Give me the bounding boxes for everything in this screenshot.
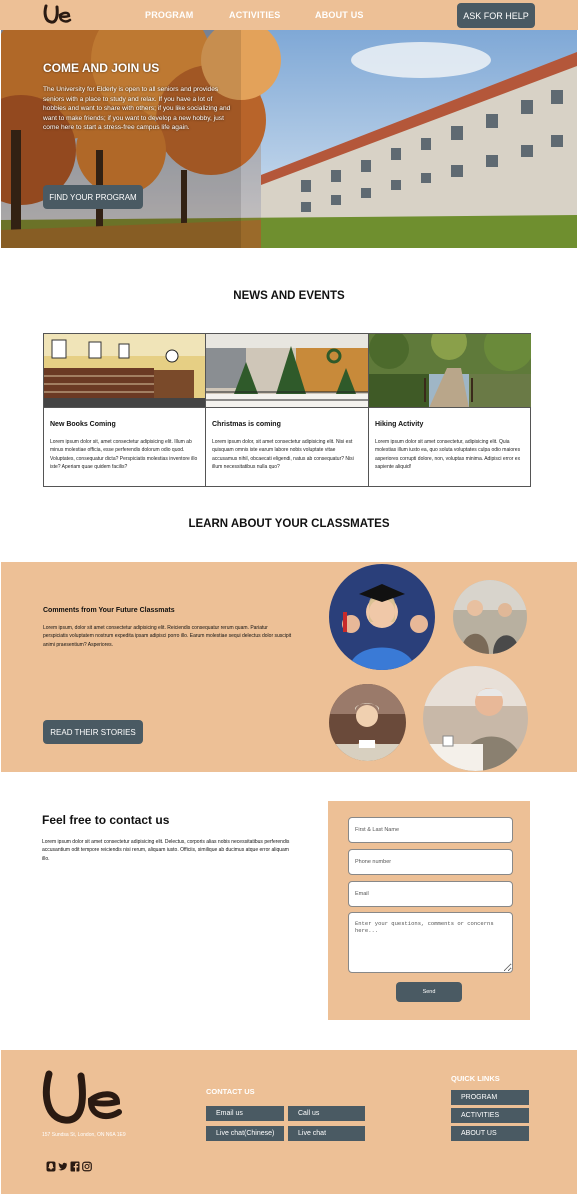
site-footer: 157 Sundsa St, London, ON N6A 1E9 CONTAC… [1,1050,577,1194]
email-us-button[interactable]: Email us [206,1106,284,1121]
instagram-icon[interactable] [82,1161,92,1172]
news-card-hiking[interactable]: Hiking Activity Lorem ipsum dolor sit am… [369,334,531,486]
nav-program[interactable]: PROGRAM [145,10,193,20]
site-header: PROGRAM ACTIVITIES ABOUT US ASK FOR HELP [0,0,578,30]
card-body: Lorem ipsum dolor, sit amet consectetur … [212,439,354,471]
read-stories-button[interactable]: READ THEIR STORIES [43,720,143,744]
classmates-heading: LEARN ABOUT YOUR CLASSMATES [188,518,390,530]
hero-description: The University for Elderly is open to al… [43,86,231,131]
ue-logo-icon[interactable] [42,3,72,25]
elderly-man-photo [423,666,528,771]
message-field[interactable] [348,912,513,973]
send-button[interactable]: Send [396,982,462,1002]
card-title: Christmas is coming [212,421,281,428]
live-chat-chinese-button[interactable]: Live chat(Chinese) [206,1126,284,1141]
ue-logo-icon[interactable] [41,1068,123,1124]
classmates-section: Comments from Your Future Classmats Lore… [1,562,577,772]
ask-for-help-button[interactable]: ASK FOR HELP [457,3,535,28]
phone-field[interactable] [348,849,513,875]
name-field[interactable] [348,817,513,843]
footer-link-activities[interactable]: ACTIVITIES [451,1108,529,1123]
footer-link-about-us[interactable]: ABOUT US [451,1126,529,1141]
hero-banner: COME AND JOIN US The University for Elde… [1,30,577,248]
conversation-photo [453,580,527,654]
contact-form: Send [328,801,530,1020]
footer-link-program[interactable]: PROGRAM [451,1090,529,1105]
find-program-button[interactable]: FIND YOUR PROGRAM [43,185,143,209]
nav-activities[interactable]: ACTIVITIES [229,10,281,20]
news-heading: NEWS AND EVENTS [233,290,345,302]
classmates-comments-body: Lorem ipsum, dolor sit amet consectetur … [43,625,292,648]
christmas-image [206,334,368,408]
card-body: Lorem ipsum dolor sit, amet consectetur … [50,439,198,471]
library-image [44,334,205,408]
card-title: New Books Coming [50,421,116,428]
social-links [46,1161,92,1172]
contact-description: Lorem ipsum dolor sit amet consectetur a… [42,839,290,862]
contact-title: Feel free to contact us [42,813,170,827]
news-card-christmas[interactable]: Christmas is coming Lorem ipsum dolor, s… [206,334,369,486]
footer-address: 157 Sundsa St, London, ON N6A 1E9 [42,1132,126,1138]
card-title: Hiking Activity [375,421,424,428]
smiling-woman-photo [329,684,406,761]
twitter-icon[interactable] [58,1161,68,1172]
classmates-comments-title: Comments from Your Future Classmats [43,607,175,614]
call-us-button[interactable]: Call us [288,1106,365,1121]
news-cards: New Books Coming Lorem ipsum dolor sit, … [43,333,531,487]
live-chat-button[interactable]: Live chat [288,1126,365,1141]
news-card-books[interactable]: New Books Coming Lorem ipsum dolor sit, … [44,334,206,486]
contact-us-heading: CONTACT US [206,1087,255,1096]
card-body: Lorem ipsum dolor sit amet consectetur, … [375,439,521,471]
graduate-photo [329,564,435,670]
email-field[interactable] [348,881,513,907]
hiking-image [369,334,531,408]
nav-about-us[interactable]: ABOUT US [315,10,364,20]
hero-title: COME AND JOIN US [43,61,160,75]
facebook-icon[interactable] [70,1161,80,1172]
snapchat-icon[interactable] [46,1161,56,1172]
quick-links-heading: QUICK LINKS [451,1074,500,1083]
